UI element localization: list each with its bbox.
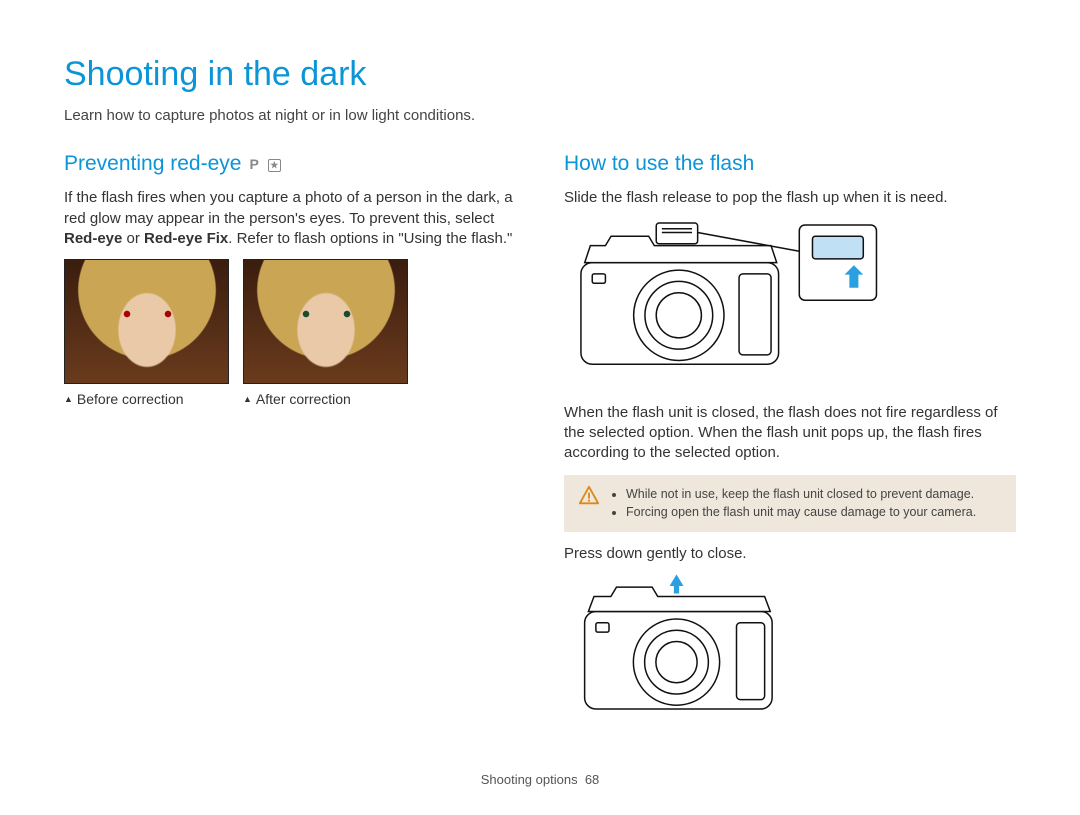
page-title: Shooting in the dark: [64, 52, 1016, 98]
text-post: . Refer to flash options in "Using the f…: [228, 230, 512, 247]
text-bold-2: Red-eye Fix: [144, 230, 228, 247]
column-right: How to use the flash Slide the flash rel…: [564, 150, 1016, 738]
photo-before-image: [64, 259, 229, 384]
page-content: Shooting in the dark Learn how to captur…: [0, 0, 1080, 778]
camera-illustration-open: [564, 219, 884, 389]
text-mid: or: [122, 230, 144, 247]
flash-body-1: Slide the flash release to pop the flash…: [564, 188, 1016, 208]
photo-after: After correction: [243, 259, 408, 409]
mode-p-icon: P: [249, 155, 261, 174]
warning-icon: [578, 485, 600, 512]
text-pre: If the flash fires when you capture a ph…: [64, 189, 513, 226]
warning-box: While not in use, keep the flash unit cl…: [564, 475, 1016, 532]
heading-preventing-red-eye: Preventing red-eye P: [64, 150, 516, 178]
flash-body-3: Press down gently to close.: [564, 544, 1016, 564]
warning-item: Forcing open the flash unit may cause da…: [626, 504, 976, 521]
mode-star-icon: [268, 159, 281, 172]
mode-icons: P: [249, 155, 280, 174]
footer-section: Shooting options: [481, 772, 578, 787]
red-eye-paragraph: If the flash fires when you capture a ph…: [64, 188, 516, 249]
photo-after-image: [243, 259, 408, 384]
camera-close-svg: [564, 574, 804, 724]
caption-before: Before correction: [64, 384, 229, 409]
footer-page-number: 68: [585, 772, 599, 787]
caption-after: After correction: [243, 384, 408, 409]
warning-list: While not in use, keep the flash unit cl…: [612, 485, 976, 522]
photo-before: Before correction: [64, 259, 229, 409]
warning-item: While not in use, keep the flash unit cl…: [626, 486, 976, 503]
page-intro: Learn how to capture photos at night or …: [64, 106, 1016, 126]
camera-illustration-close: [564, 574, 804, 724]
flash-body-2: When the flash unit is closed, the flash…: [564, 403, 1016, 464]
page-footer: Shooting options 68: [0, 771, 1080, 789]
column-left: Preventing red-eye P If the flash fires …: [64, 150, 516, 738]
text-bold-1: Red-eye: [64, 230, 122, 247]
heading-text: Preventing red-eye: [64, 150, 241, 178]
example-photos: Before correction After correction: [64, 259, 516, 409]
two-column-layout: Preventing red-eye P If the flash fires …: [64, 150, 1016, 738]
camera-open-svg: [564, 219, 884, 389]
heading-how-to-use-flash: How to use the flash: [564, 150, 1016, 178]
